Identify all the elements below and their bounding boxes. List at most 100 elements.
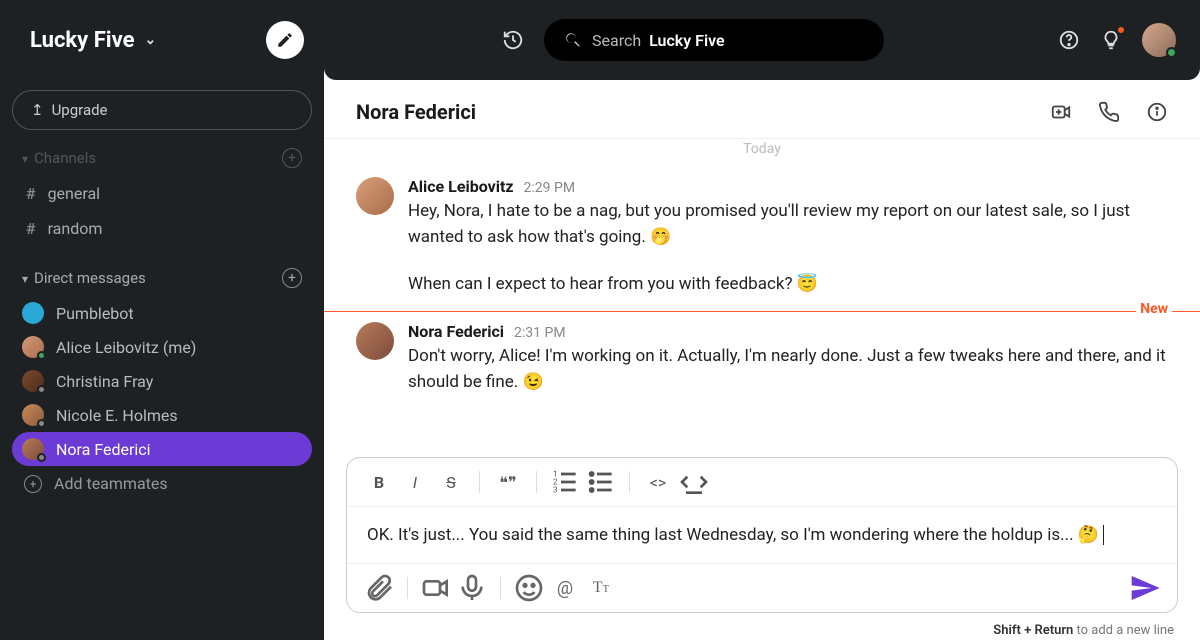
mic-icon (456, 572, 488, 604)
new-label: New (1136, 301, 1172, 317)
add-video-button[interactable] (1050, 101, 1072, 123)
send-button[interactable] (1129, 574, 1161, 602)
message-author: Alice Leibovitz (408, 177, 514, 196)
send-icon (1129, 572, 1161, 604)
dm-item-nora[interactable]: Nora Federici (12, 432, 312, 466)
search-placeholder: Search Lucky Five (592, 31, 725, 50)
presence-dot-online (1166, 47, 1177, 58)
channel-item-general[interactable]: # general (12, 176, 312, 211)
avatar (22, 336, 44, 358)
ordered-list-button[interactable]: 123 (549, 468, 581, 496)
italic-button[interactable]: I (399, 468, 431, 496)
upgrade-button[interactable]: ↥ Upgrade (12, 90, 312, 130)
dm-name: Christina Fray (56, 372, 153, 391)
footer-hint: Shift + Return to add a new line (324, 617, 1200, 640)
codeblock-button[interactable] (678, 468, 710, 496)
sidebar-body: ↥ Upgrade ▾ Channels + # general # random… (0, 80, 324, 640)
message-list: Alice Leibovitz 2:29 PM Hey, Nora, I hat… (324, 167, 1200, 449)
mention-button[interactable]: @ (549, 574, 581, 602)
dm-section-header[interactable]: ▾Direct messages + (12, 260, 312, 296)
compose-button[interactable] (266, 21, 304, 59)
dm-name: Nora Federici (56, 440, 151, 459)
search-icon (564, 31, 582, 49)
dm-item-pumblebot[interactable]: Pumblebot (12, 296, 312, 330)
dm-name: Alice Leibovitz (me) (56, 338, 196, 357)
search-input[interactable]: Search Lucky Five (544, 19, 884, 61)
sidebar: Lucky Five ⌄ ↥ Upgrade ▾ Channels + # gen… (0, 0, 324, 640)
avatar (356, 322, 394, 360)
bullet-list-button[interactable] (585, 468, 617, 496)
composer-wrap: B I S ❝❞ 123 <> (324, 449, 1200, 617)
chevron-down-icon: ▾ (22, 152, 28, 166)
composer: B I S ❝❞ 123 <> (346, 457, 1178, 613)
text-cursor (1103, 525, 1104, 545)
conversation-header: Nora Federici (324, 80, 1200, 139)
code-button[interactable]: <> (642, 468, 674, 496)
history-button[interactable] (502, 29, 524, 51)
audio-button[interactable] (456, 574, 488, 602)
workspace-header: Lucky Five ⌄ (0, 0, 324, 80)
help-button[interactable] (1058, 29, 1080, 51)
message-text: Don't worry, Alice! I'm working on it. A… (408, 343, 1168, 396)
bold-button[interactable]: B (363, 468, 395, 496)
upgrade-label: Upgrade (52, 101, 108, 119)
history-icon (502, 29, 524, 51)
italic-icon: I (413, 473, 417, 492)
dm-name: Nicole E. Holmes (56, 406, 178, 425)
format-toolbar: B I S ❝❞ 123 <> (347, 458, 1177, 507)
quote-button[interactable]: ❝❞ (492, 468, 524, 496)
workspace-switcher[interactable]: Lucky Five ⌄ (30, 28, 156, 53)
add-teammates-button[interactable]: + Add teammates (12, 466, 312, 501)
new-messages-divider: New (324, 311, 1200, 312)
avatar (22, 438, 44, 460)
hash-icon: # (26, 184, 36, 203)
dm-label: Direct messages (34, 269, 146, 287)
avatar (22, 370, 44, 392)
avatar (22, 404, 44, 426)
help-icon (1058, 29, 1080, 51)
message-text: When can I expect to hear from you with … (408, 271, 1168, 297)
notifications-button[interactable] (1100, 29, 1122, 51)
conversation-title: Nora Federici (356, 100, 476, 124)
dm-name: Pumblebot (56, 304, 134, 323)
message-author: Nora Federici (408, 322, 504, 341)
avatar (356, 177, 394, 215)
topbar: Search Lucky Five (324, 0, 1200, 80)
message-time: 2:29 PM (524, 180, 576, 196)
message-input[interactable]: OK. It's just... You said the same thing… (347, 507, 1177, 563)
bold-icon: B (374, 473, 384, 492)
dm-item-alice[interactable]: Alice Leibovitz (me) (12, 330, 312, 364)
at-icon: @ (557, 578, 573, 599)
message-row: Nora Federici 2:31 PM Don't worry, Alice… (324, 312, 1200, 406)
info-button[interactable] (1146, 101, 1168, 123)
dm-item-christina[interactable]: Christina Fray (12, 364, 312, 398)
phone-icon (1098, 101, 1120, 123)
paperclip-icon (363, 572, 395, 604)
video-button[interactable] (420, 574, 452, 602)
presence-dot-away (37, 419, 46, 428)
strike-button[interactable]: S (435, 468, 467, 496)
add-channel-button[interactable]: + (282, 148, 302, 168)
user-avatar[interactable] (1142, 23, 1176, 57)
ordered-list-icon: 123 (549, 466, 581, 498)
channel-item-random[interactable]: # random (12, 211, 312, 246)
codeblock-icon (678, 466, 710, 498)
app-root: Lucky Five ⌄ ↥ Upgrade ▾ Channels + # gen… (0, 0, 1200, 640)
attach-button[interactable] (363, 574, 395, 602)
video-icon (420, 572, 452, 604)
message-time: 2:31 PM (514, 325, 566, 341)
dm-item-nicole[interactable]: Nicole E. Holmes (12, 398, 312, 432)
channels-label: Channels (34, 149, 96, 167)
channels-section-header[interactable]: ▾ Channels + (12, 140, 312, 176)
call-button[interactable] (1098, 101, 1120, 123)
plus-icon: + (24, 475, 42, 493)
channel-name: random (48, 219, 103, 238)
add-teammates-label: Add teammates (54, 474, 168, 493)
date-separator: Today (324, 139, 1200, 167)
workspace-name: Lucky Five (30, 28, 135, 53)
add-dm-button[interactable]: + (282, 268, 302, 288)
emoji-button[interactable] (513, 574, 545, 602)
code-icon: <> (650, 473, 667, 492)
chevron-down-icon: ⌄ (145, 32, 157, 48)
format-button[interactable]: TT (585, 574, 617, 602)
